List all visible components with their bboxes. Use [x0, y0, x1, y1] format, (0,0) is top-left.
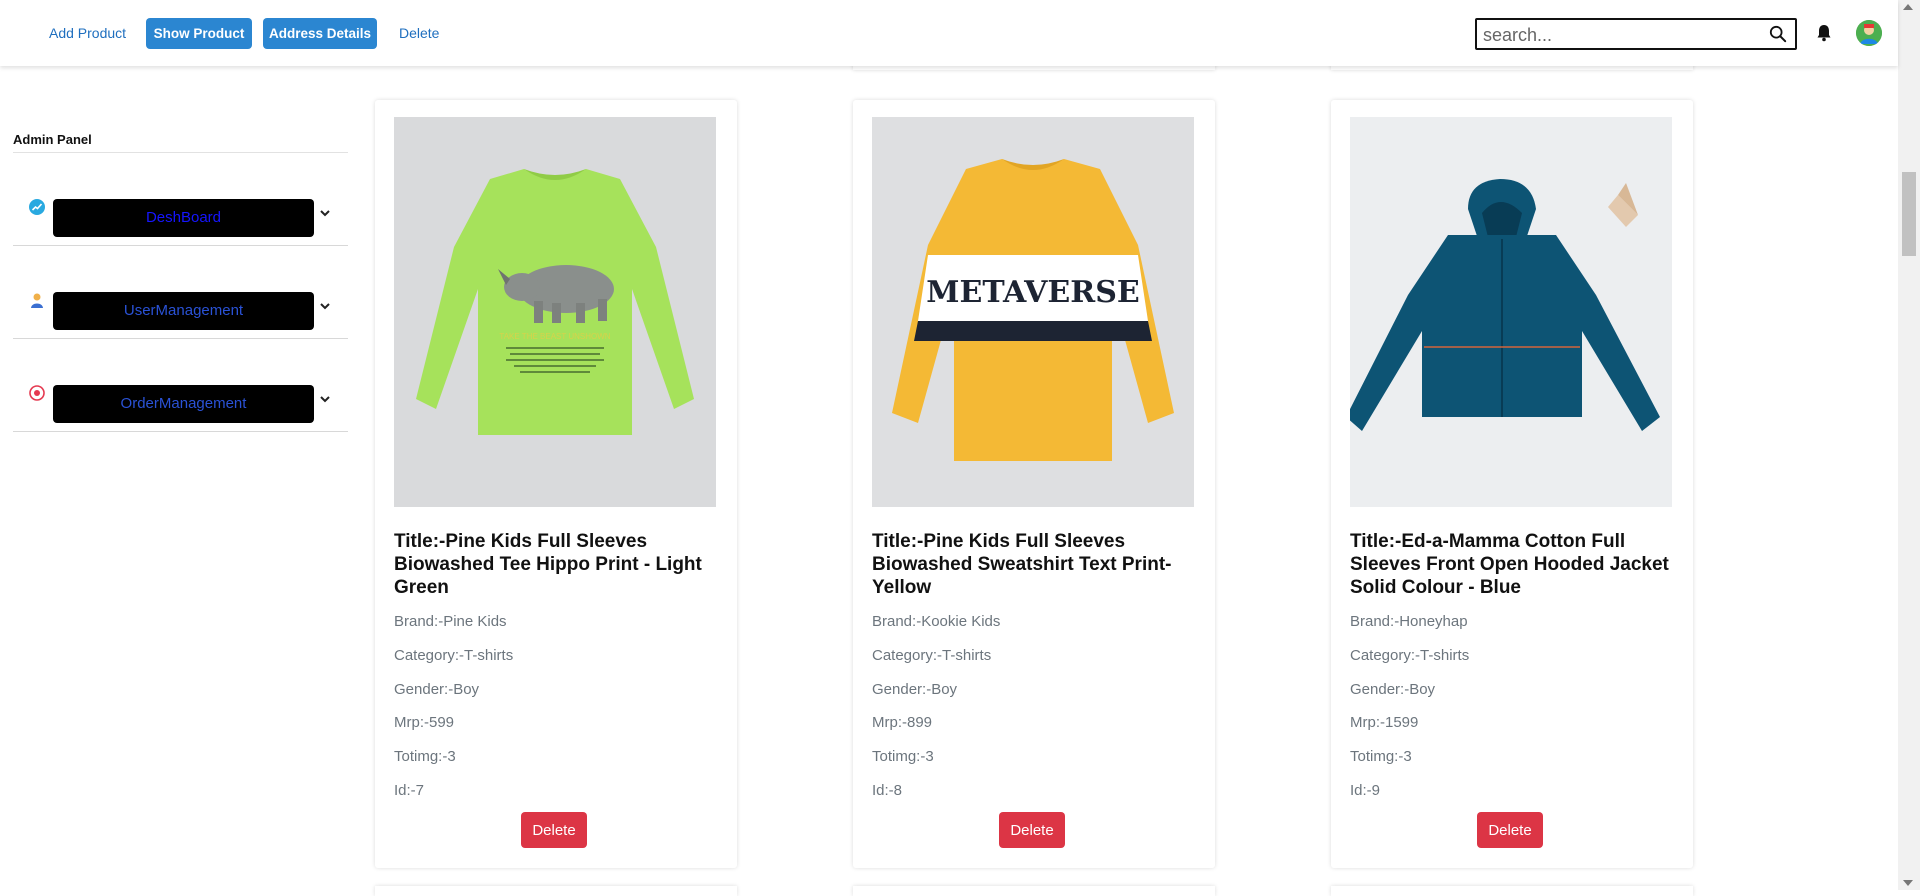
product-id: Id:-8: [872, 782, 903, 799]
product-brand: Brand:-Kookie Kids: [872, 613, 1001, 630]
admin-sidebar: Admin Panel DeshBoard UserManagement Ord…: [13, 120, 348, 432]
chevron-down-icon[interactable]: [319, 393, 331, 405]
order-icon: [29, 385, 45, 401]
product-card-next: [1331, 886, 1693, 896]
product-id: Id:-9: [1350, 782, 1381, 799]
product-title: Title:-Pine Kids Full Sleeves Biowashed …: [394, 531, 702, 598]
sidebar-item-label[interactable]: UserManagement: [53, 292, 314, 330]
avatar-icon: [1856, 20, 1882, 46]
product-totimg: Totimg:-3: [394, 748, 456, 765]
product-card: TAKE THE BEAST UNSHOWN Title:-Pine Kids …: [375, 100, 737, 868]
user-icon: [31, 293, 43, 308]
delete-product-button[interactable]: Delete: [521, 812, 587, 848]
search-icon[interactable]: [1769, 25, 1787, 43]
product-gender: Gender:-Boy: [1350, 681, 1436, 698]
delete-link[interactable]: Delete: [399, 18, 439, 49]
product-title: Title:-Pine Kids Full Sleeves Biowashed …: [872, 531, 1172, 598]
product-title: Title:-Ed-a-Mamma Cotton Full Sleeves Fr…: [1350, 531, 1669, 598]
product-image: METAVERSE: [872, 117, 1194, 507]
product-card-next: [375, 886, 737, 896]
sidebar-item-dashboard[interactable]: DeshBoard: [13, 153, 348, 246]
product-mrp: Mrp:-1599: [1350, 714, 1419, 731]
scroll-up-arrow-icon[interactable]: [1903, 4, 1913, 10]
avatar[interactable]: [1856, 20, 1882, 46]
sidebar-item-label[interactable]: OrderManagement: [53, 385, 314, 423]
chart-icon: [29, 199, 45, 215]
search-box: [1475, 18, 1797, 50]
top-navbar: Add Product Show Product Address Details…: [0, 0, 1898, 66]
sidebar-item-order-management[interactable]: OrderManagement: [13, 339, 348, 432]
scroll-down-arrow-icon[interactable]: [1903, 880, 1913, 886]
scrollbar[interactable]: [1898, 0, 1920, 890]
search-input[interactable]: [1481, 22, 1765, 48]
address-details-button[interactable]: Address Details: [263, 18, 377, 49]
show-product-button[interactable]: Show Product: [146, 18, 252, 49]
product-mrp: Mrp:-899: [872, 714, 933, 731]
delete-product-button[interactable]: Delete: [999, 812, 1065, 848]
product-image: TAKE THE BEAST UNSHOWN: [394, 117, 716, 507]
product-category: Category:-T-shirts: [872, 647, 992, 664]
add-product-link[interactable]: Add Product: [49, 18, 126, 49]
chevron-down-icon[interactable]: [319, 207, 331, 219]
product-card: Title:-Ed-a-Mamma Cotton Full Sleeves Fr…: [1331, 100, 1693, 868]
product-gender: Gender:-Boy: [872, 681, 958, 698]
product-gender: Gender:-Boy: [394, 681, 480, 698]
product-card-next: [853, 886, 1215, 896]
product-image: [1350, 117, 1672, 507]
product-totimg: Totimg:-3: [1350, 748, 1412, 765]
chevron-down-icon[interactable]: [319, 300, 331, 312]
svg-text:TAKE THE BEAST UNSHOWN: TAKE THE BEAST UNSHOWN: [499, 332, 610, 341]
product-brand: Brand:-Pine Kids: [394, 613, 507, 630]
product-totimg: Totimg:-3: [872, 748, 934, 765]
svg-text:METAVERSE: METAVERSE: [926, 275, 1139, 310]
sidebar-title: Admin Panel: [13, 120, 348, 153]
sidebar-item-label[interactable]: DeshBoard: [53, 199, 314, 237]
bell-icon[interactable]: [1816, 24, 1832, 42]
delete-product-button[interactable]: Delete: [1477, 812, 1543, 848]
product-id: Id:-7: [394, 782, 425, 799]
scroll-thumb[interactable]: [1902, 172, 1916, 256]
product-mrp: Mrp:-599: [394, 714, 455, 731]
product-card: METAVERSE Title:-Pine Kids Full Sleeves …: [853, 100, 1215, 868]
product-category: Category:-T-shirts: [1350, 647, 1470, 664]
product-category: Category:-T-shirts: [394, 647, 514, 664]
sidebar-item-user-management[interactable]: UserManagement: [13, 246, 348, 339]
product-brand: Brand:-Honeyhap: [1350, 613, 1468, 630]
